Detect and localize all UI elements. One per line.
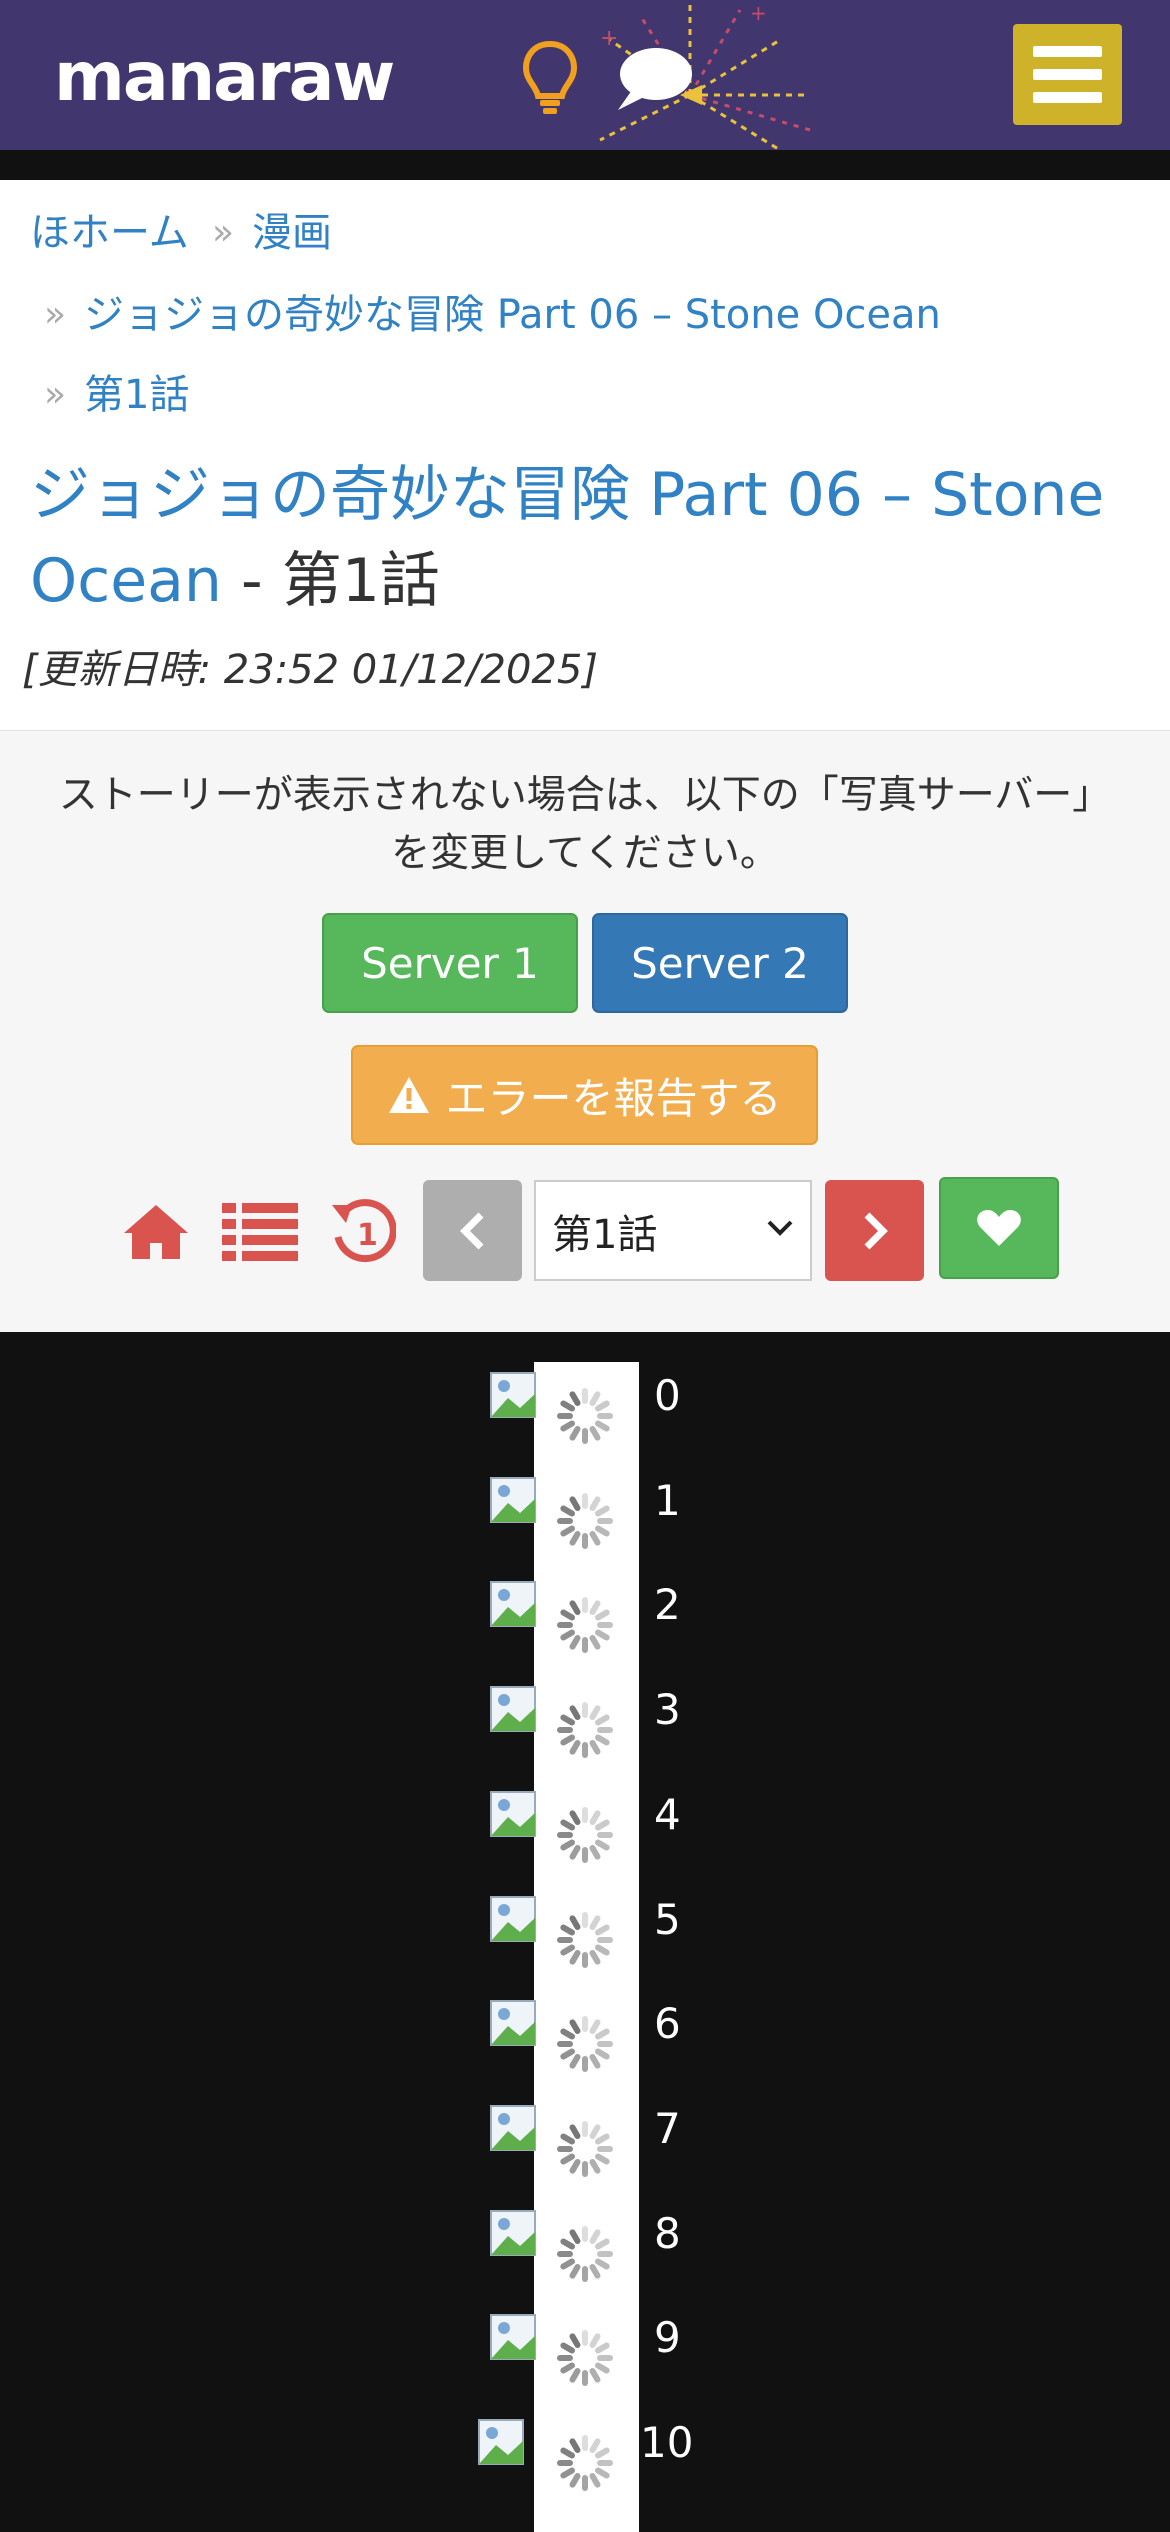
- broken-image-icon: [490, 1476, 536, 1523]
- page-item: 8: [0, 2204, 1170, 2309]
- home-icon[interactable]: [122, 1201, 190, 1263]
- updated-timestamp: [更新日時: 23:52 01/12/2025]: [22, 647, 598, 693]
- breadcrumb-home[interactable]: ほホーム: [30, 208, 189, 258]
- broken-image-icon: [490, 2314, 536, 2361]
- breadcrumb-separator: »: [44, 374, 67, 415]
- broken-image-icon: [490, 1686, 536, 1733]
- list-icon[interactable]: [222, 1203, 298, 1261]
- breadcrumb-chapter[interactable]: 第1話: [84, 370, 189, 420]
- hamburger-bar: [1033, 92, 1102, 103]
- spinner-icon: [553, 1593, 617, 1657]
- title-chapter: 第1話: [281, 546, 440, 616]
- page-number: 7: [654, 2103, 681, 2153]
- chevron-left-icon: [459, 1212, 483, 1249]
- page-item: 4: [0, 1785, 1170, 1890]
- breadcrumb-separator: »: [212, 212, 235, 253]
- page-number: 0: [654, 1371, 681, 1420]
- heart-icon: [977, 1210, 1021, 1246]
- page-item: 10: [0, 2413, 1170, 2518]
- chat-bubble-icon[interactable]: [612, 44, 694, 114]
- spinner-icon: [553, 2326, 617, 2390]
- broken-image-icon: [490, 1581, 536, 1628]
- broken-image-icon: [490, 2104, 536, 2151]
- broken-image-icon: [490, 1790, 536, 1837]
- chapter-reader: 0 1 2 3 4 5 6 7 8 9 10: [0, 1332, 1170, 2532]
- header-divider: [0, 150, 1170, 180]
- page-number: 1: [654, 1475, 681, 1525]
- server-2-button[interactable]: Server 2: [592, 913, 848, 1013]
- svg-text:1: 1: [357, 1218, 378, 1253]
- broken-image-icon: [490, 1372, 536, 1418]
- favorite-button[interactable]: [939, 1177, 1059, 1279]
- page-item: 5: [0, 1890, 1170, 1995]
- hamburger-menu-button[interactable]: [1013, 24, 1122, 125]
- chapter-info-panel: ほホーム » 漫画 » ジョジョの奇妙な冒険 Part 06 – Stone O…: [0, 180, 1170, 730]
- previous-chapter-button[interactable]: [423, 1180, 522, 1281]
- page-number: 3: [654, 1685, 681, 1735]
- page-number: 4: [654, 1789, 681, 1839]
- site-logo[interactable]: manaraw: [54, 38, 395, 118]
- spinner-icon: [553, 1908, 617, 1972]
- page-item: 2: [0, 1575, 1170, 1680]
- broken-image-icon: [490, 1895, 536, 1942]
- spinner-icon: [553, 2222, 617, 2286]
- page-item: 0: [0, 1366, 1170, 1471]
- breadcrumb-series[interactable]: ジョジョの奇妙な冒険 Part 06 – Stone Ocean: [84, 290, 941, 340]
- spinner-icon: [553, 1384, 617, 1448]
- page-number: 10: [640, 2418, 694, 2467]
- title-series-link[interactable]: ジョジョの奇妙な冒険 Part 06 – Stone Ocean: [30, 460, 1104, 616]
- server-1-button[interactable]: Server 1: [322, 913, 578, 1013]
- breadcrumb-separator: »: [44, 294, 67, 335]
- hamburger-bar: [1033, 69, 1102, 80]
- history-icon[interactable]: 1: [330, 1197, 396, 1263]
- page-item: 7: [0, 2099, 1170, 2204]
- page-number: 2: [654, 1580, 681, 1630]
- site-header: + + manaraw: [0, 0, 1170, 150]
- broken-image-icon: [490, 2209, 536, 2256]
- page-number: 8: [654, 2208, 681, 2258]
- reader-controls: ストーリーが表示されない場合は、以下の「写真サーバー」を変更してください。 Se…: [0, 730, 1170, 1332]
- spinner-icon: [553, 2431, 617, 2495]
- warning-icon: [389, 1077, 430, 1113]
- page-number: 6: [654, 1999, 681, 2049]
- report-error-label: エラーを報告する: [445, 1073, 782, 1123]
- title-separator: -: [221, 546, 282, 616]
- page-item: 1: [0, 1471, 1170, 1576]
- chevron-down-icon: [767, 1220, 793, 1236]
- page-item: 3: [0, 1680, 1170, 1785]
- page-number: 5: [654, 1894, 681, 1944]
- spinner-icon: [553, 1803, 617, 1867]
- next-chapter-button[interactable]: [825, 1180, 924, 1281]
- page-number: 9: [654, 2313, 681, 2363]
- hamburger-icon: [1033, 46, 1102, 57]
- page-item: 9: [0, 2308, 1170, 2413]
- report-error-button[interactable]: エラーを報告する: [351, 1045, 818, 1145]
- page-item: 6: [0, 1994, 1170, 2099]
- chapter-select-value: 第1話: [552, 1211, 658, 1258]
- svg-text:+: +: [750, 1, 767, 25]
- broken-image-icon: [478, 2419, 524, 2465]
- chapter-select[interactable]: 第1話: [534, 1180, 812, 1281]
- page-title: ジョジョの奇妙な冒険 Part 06 – Stone Ocean - 第1話: [30, 452, 1150, 624]
- lightbulb-icon[interactable]: [520, 38, 580, 118]
- spinner-icon: [553, 1489, 617, 1553]
- broken-image-icon: [490, 2000, 536, 2047]
- spinner-icon: [553, 2117, 617, 2181]
- breadcrumb-category[interactable]: 漫画: [252, 208, 332, 258]
- spinner-icon: [553, 1698, 617, 1762]
- chevron-right-icon: [864, 1212, 888, 1249]
- server-notice: ストーリーが表示されない場合は、以下の「写真サーバー」を変更してください。: [58, 773, 1112, 876]
- spinner-icon: [553, 2012, 617, 2076]
